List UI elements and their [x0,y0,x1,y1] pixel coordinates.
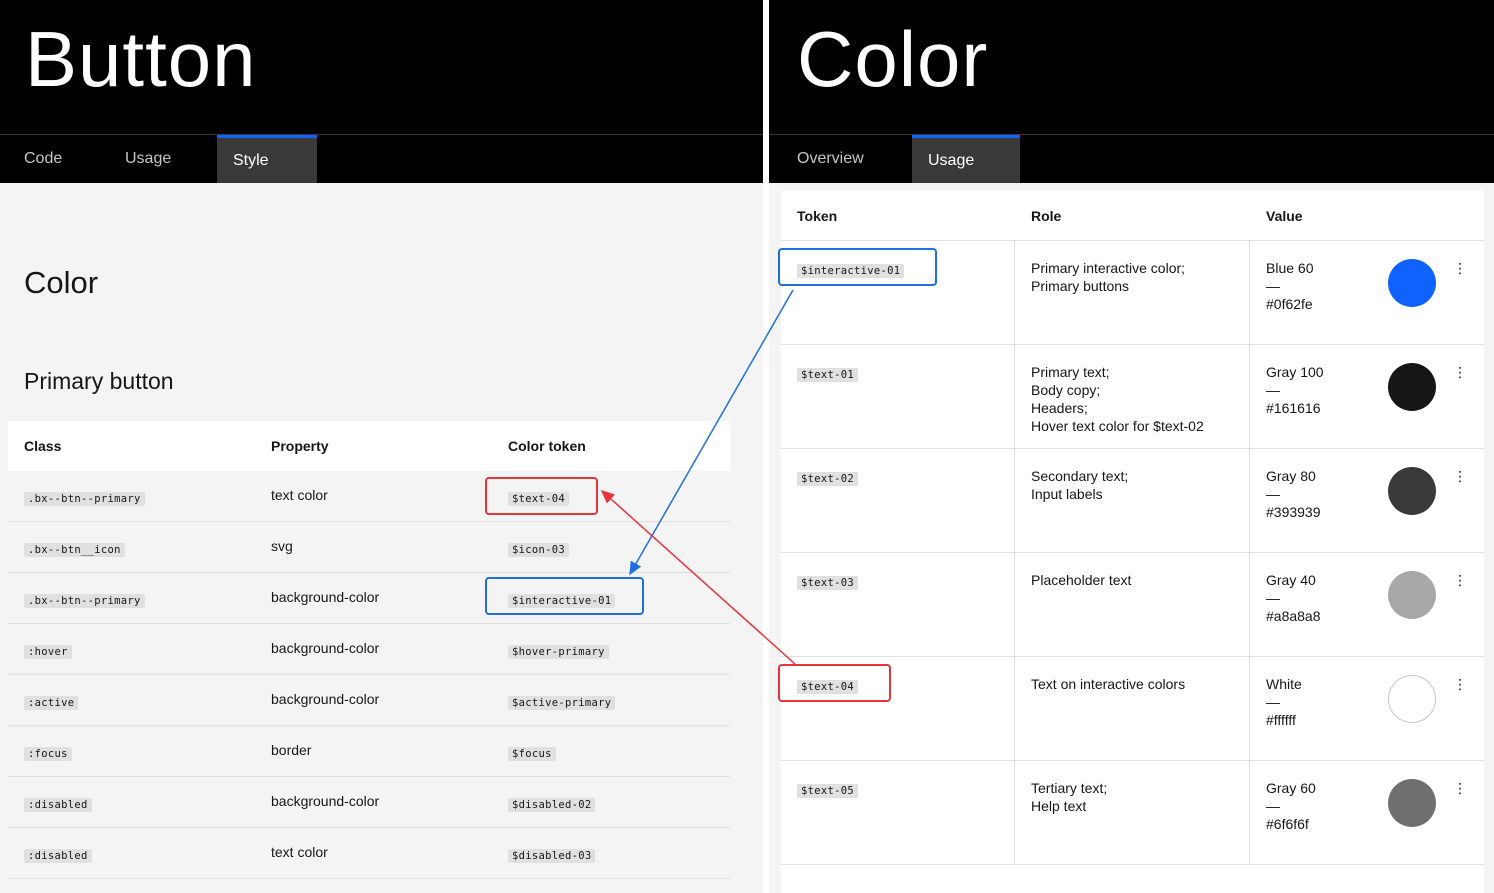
red-arrow [600,489,796,665]
blue-arrow [629,289,794,576]
annotation-arrows [600,289,796,665]
